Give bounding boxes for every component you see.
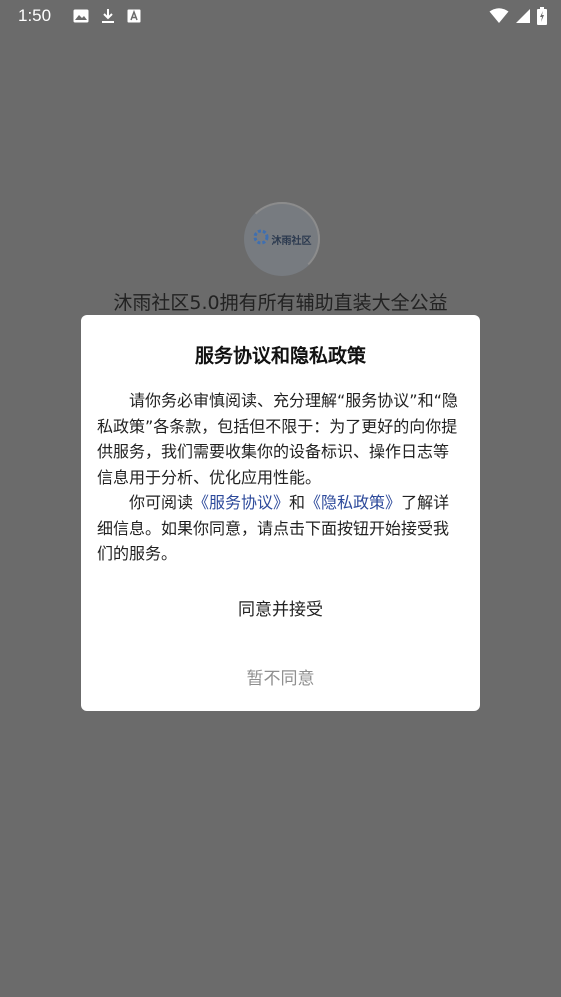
dialog-body: 请你务必审慎阅读、充分理解“服务协议”和“隐私政策”各条款，包括但不限于：为了更… [97,388,464,567]
dialog-paragraph-1: 请你务必审慎阅读、充分理解“服务协议”和“隐私政策”各条款，包括但不限于：为了更… [97,391,458,487]
wifi-icon [489,8,509,24]
para2-and: 和 [289,493,306,512]
status-bar: 1:50 [0,0,561,32]
privacy-dialog: 服务协议和隐私政策 请你务必审慎阅读、充分理解“服务协议”和“隐私政策”各条款，… [81,315,480,711]
disagree-button[interactable]: 暂不同意 [97,660,464,693]
dialog-paragraph-2: 你可阅读《服务协议》和《隐私政策》了解详细信息。如果你同意，请点击下面按钮开始接… [97,490,464,567]
loading-ring [244,202,320,276]
font-icon [127,9,141,23]
agree-button[interactable]: 同意并接受 [97,591,464,624]
download-icon [101,8,115,24]
notification-icons [73,8,141,24]
dialog-title: 服务协议和隐私政策 [194,345,366,367]
signal-icon [515,8,531,24]
service-agreement-link[interactable]: 《服务协议》 [193,493,289,512]
para2-prefix: 你可阅读 [129,493,194,512]
status-time: 1:50 [18,6,52,25]
battery-charging-icon [537,7,547,25]
privacy-policy-link[interactable]: 《隐私政策》 [305,493,401,512]
splash-title: 沐雨社区5.0拥有所有辅助直装大全公益 [113,292,448,314]
image-icon [73,9,89,23]
system-icons [489,7,547,25]
